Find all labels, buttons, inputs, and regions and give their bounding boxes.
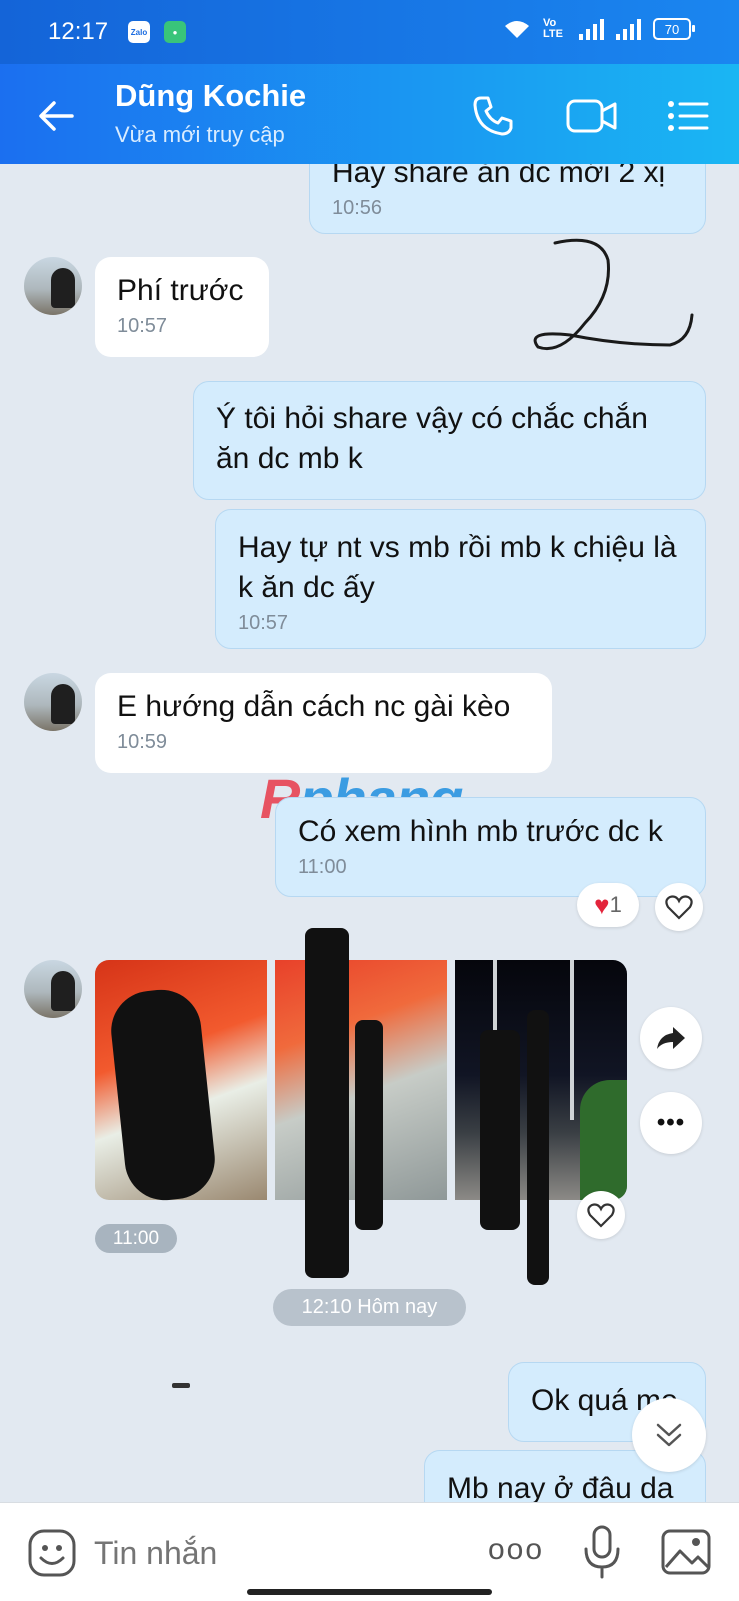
- home-indicator[interactable]: [247, 1589, 492, 1595]
- heart-react-button[interactable]: [655, 883, 703, 931]
- message-input[interactable]: [92, 1527, 456, 1579]
- message-time: 10:56: [332, 197, 383, 219]
- chat-header: Dũng Kochie Vừa mới truy cập: [0, 64, 739, 164]
- message-time: 10:59: [117, 731, 168, 753]
- message-text: Mb nay ở đâu da: [447, 1472, 674, 1502]
- message-text: Có xem hình mb trước dc k: [298, 815, 663, 848]
- double-chevron-down-icon: [656, 1423, 682, 1447]
- redaction-scribble: [527, 1010, 549, 1285]
- more-options-button[interactable]: •••: [640, 1092, 702, 1154]
- reaction-count: 1: [609, 892, 622, 917]
- avatar[interactable]: [24, 960, 82, 1018]
- redaction-scribble: [480, 1030, 520, 1230]
- message-bubble[interactable]: Hay share ăn dc mới 2 xị 10:56: [309, 164, 706, 234]
- reaction-badge[interactable]: ♥ 1: [577, 883, 639, 927]
- forward-arrow-icon: [657, 1027, 685, 1049]
- sticker-emoji-icon[interactable]: [26, 1527, 78, 1579]
- back-arrow-icon[interactable]: [34, 94, 78, 138]
- heart-react-button[interactable]: [577, 1191, 625, 1239]
- chat-app-icon: ●: [164, 21, 186, 43]
- date-separator: 12:10 Hôm nay: [273, 1289, 466, 1326]
- message-bubble[interactable]: Có xem hình mb trước dc k 11:00: [275, 797, 706, 897]
- message-time: 11:00: [298, 856, 347, 878]
- scroll-to-bottom-button[interactable]: [632, 1398, 706, 1472]
- message-composer: ooo: [0, 1502, 739, 1601]
- menu-list-icon[interactable]: [666, 91, 710, 141]
- heart-filled-icon: ♥: [594, 889, 610, 920]
- message-bubble[interactable]: E hướng dẫn cách nc gài kèo 10:59: [95, 673, 552, 773]
- message-text: Phí trước: [117, 274, 244, 307]
- status-time: 12:17: [48, 18, 109, 45]
- more-dots-icon: •••: [656, 1109, 686, 1136]
- message-bubble[interactable]: Ý tôi hỏi share vậy có chắc chắn ăn dc m…: [193, 381, 706, 500]
- gallery-image-icon[interactable]: [660, 1527, 712, 1577]
- dash-mark: [172, 1383, 190, 1388]
- message-text: E hướng dẫn cách nc gài kèo: [117, 690, 511, 723]
- signal-icon: [579, 18, 604, 40]
- message-time: 10:57: [238, 612, 289, 634]
- heart-outline-icon: [665, 895, 693, 920]
- photo-time: 11:00: [95, 1224, 177, 1253]
- heart-outline-icon: [587, 1203, 615, 1228]
- message-text: Hay tự nt vs mb rồi mb k chiệu là k ăn d…: [238, 531, 677, 604]
- wifi-icon: [505, 21, 529, 38]
- battery-icon: 70: [653, 18, 695, 40]
- signal-icon-2: [616, 18, 641, 40]
- message-text: Hay share ăn dc mới 2 xị: [332, 164, 666, 189]
- message-bubble[interactable]: Phí trước 10:57: [95, 257, 269, 357]
- phone-call-icon[interactable]: [468, 91, 518, 141]
- avatar[interactable]: [24, 673, 82, 731]
- video-call-icon[interactable]: [565, 91, 619, 141]
- message-time: 10:57: [117, 315, 168, 337]
- message-bubble[interactable]: Hay tự nt vs mb rồi mb k chiệu là k ăn d…: [215, 509, 706, 649]
- microphone-icon[interactable]: [582, 1523, 622, 1581]
- share-button[interactable]: [640, 1007, 702, 1069]
- zalo-app-icon: Zalo: [128, 21, 150, 43]
- avatar[interactable]: [24, 257, 82, 315]
- message-text: Ý tôi hỏi share vậy có chắc chắn ăn dc m…: [216, 402, 648, 475]
- redaction-scribble: [305, 928, 349, 1278]
- more-actions-button[interactable]: ooo: [488, 1533, 544, 1567]
- handwritten-mark: [533, 238, 694, 350]
- battery-level: 70: [664, 21, 680, 37]
- volte-label: Vo LTE: [543, 17, 563, 40]
- contact-name[interactable]: Dũng Kochie: [115, 78, 306, 114]
- status-bar: 12:17 Zalo ● Vo LTE 70: [0, 0, 739, 64]
- chat-area[interactable]: Hay share ăn dc mới 2 xị 10:56 Phí trước…: [0, 164, 739, 1502]
- redaction-scribble: [355, 1020, 383, 1230]
- presence-status: Vừa mới truy cập: [115, 122, 285, 147]
